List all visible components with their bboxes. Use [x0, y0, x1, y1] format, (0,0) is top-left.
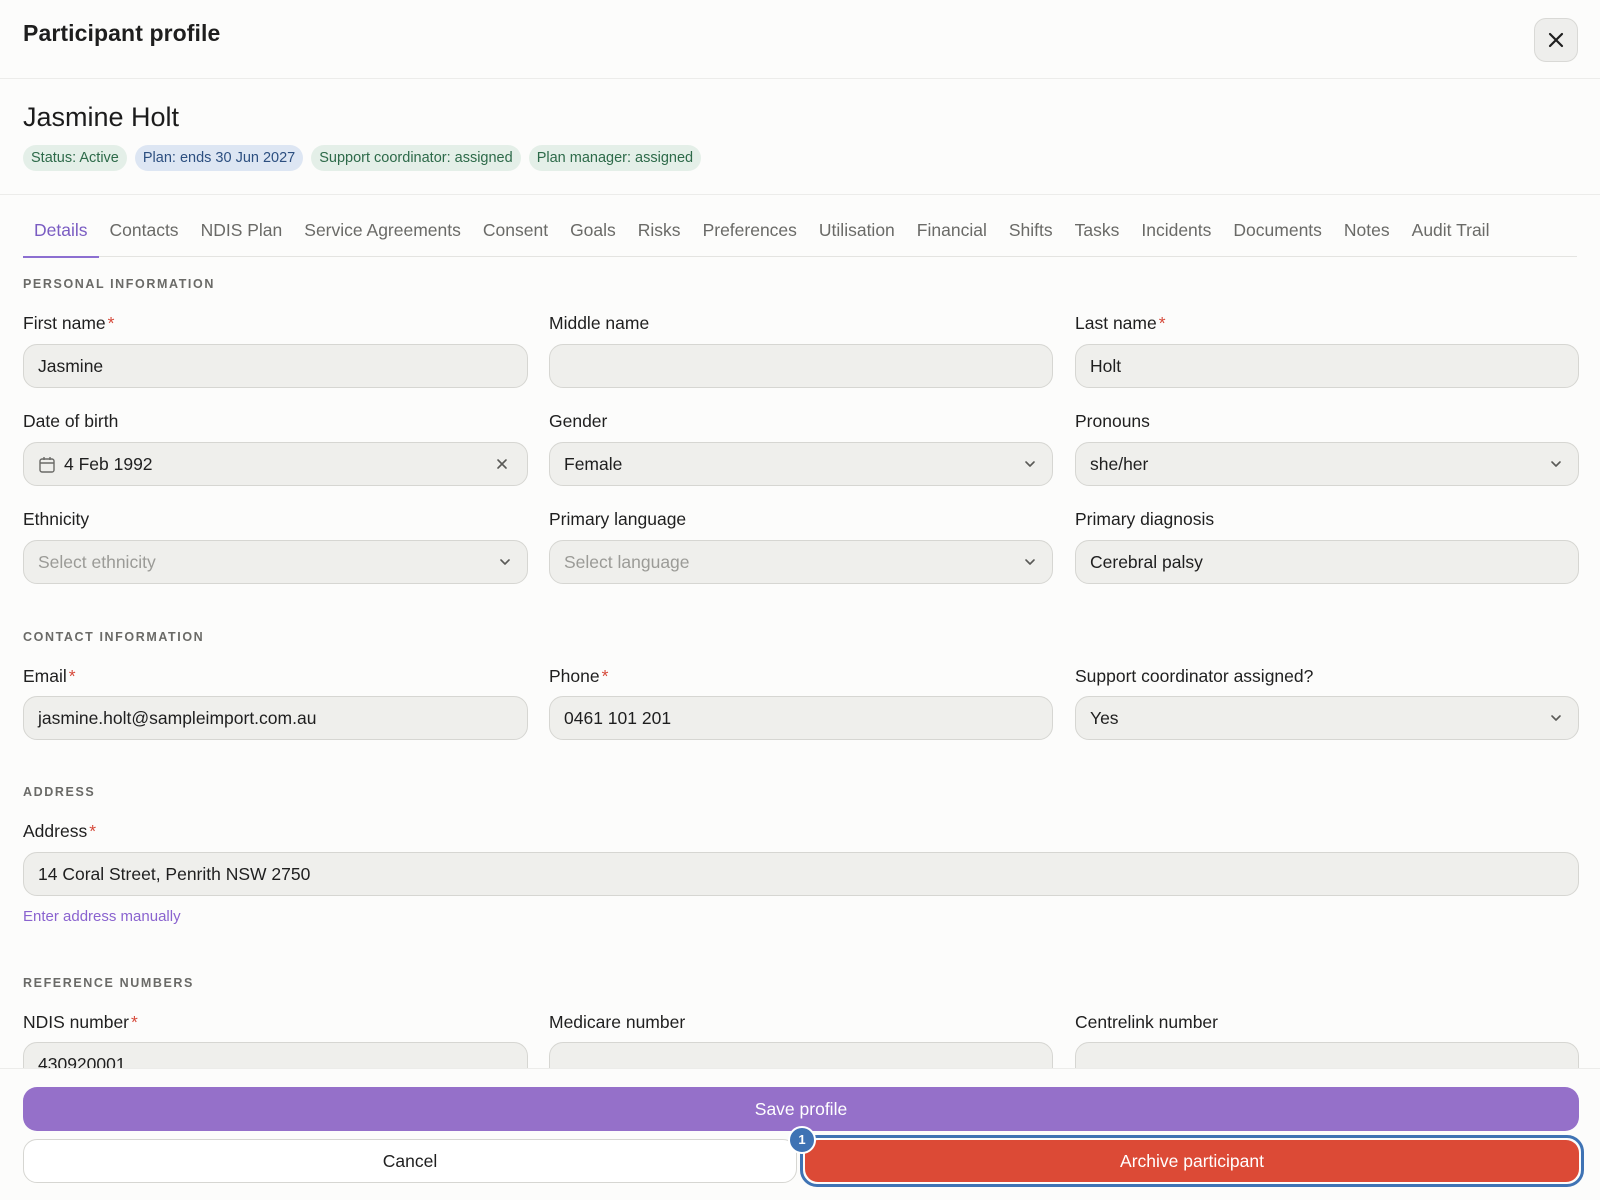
save-profile-button[interactable]: Save profile	[23, 1087, 1579, 1131]
primary-diagnosis-label: Primary diagnosis	[1075, 509, 1215, 529]
participant-summary: Jasmine Holt Status: Active Plan: ends 3…	[0, 79, 1600, 195]
plan-badge: Plan: ends 30 Jun 2027	[134, 145, 304, 171]
section-contact-information: CONTACT INFORMATION	[23, 630, 205, 644]
ethnicity-select[interactable]: Select ethnicity	[23, 540, 528, 584]
dialog-header: Participant profile	[0, 0, 1600, 79]
last-name-label: Last name *	[1075, 313, 1166, 334]
last-name-label-text: Last name	[1075, 313, 1157, 333]
chevron-down-icon	[1551, 715, 1561, 721]
required-marker: *	[1158, 313, 1166, 333]
dob-date-picker[interactable]: 4 Feb 1992	[23, 442, 528, 486]
gender-value: Female	[564, 454, 623, 474]
tab-utilisation[interactable]: Utilisation	[808, 212, 906, 257]
ndis-number-label-text: NDIS number	[23, 1012, 130, 1032]
last-name-input[interactable]: Holt	[1075, 344, 1579, 388]
plan-manager-badge: Plan manager: assigned	[528, 145, 702, 171]
medicare-number-label: Medicare number	[549, 1012, 686, 1032]
close-button[interactable]	[1534, 18, 1578, 62]
ndis-number-label: NDIS number *	[23, 1012, 138, 1033]
tab-financial[interactable]: Financial	[906, 212, 998, 257]
tab-notes[interactable]: Notes	[1333, 212, 1401, 257]
email-field[interactable]: jasmine.holt@sampleimport.com.au	[23, 696, 528, 740]
support-coordinator-select[interactable]: Yes	[1075, 696, 1579, 740]
required-marker: *	[601, 666, 609, 686]
phone-field[interactable]: 0461 101 201	[549, 696, 1053, 740]
dob-value: 4 Feb 1992	[64, 454, 153, 474]
calendar-icon	[39, 457, 55, 473]
phone-label-text: Phone	[549, 666, 600, 686]
chevron-down-icon	[1025, 559, 1035, 565]
participant-name: Jasmine Holt	[23, 102, 180, 132]
status-badge: Status: Active	[23, 145, 127, 171]
dialog-title: Participant profile	[23, 20, 221, 46]
tab-bar: Details Contacts NDIS Plan Service Agree…	[23, 212, 1577, 258]
section-personal-information: PERSONAL INFORMATION	[23, 277, 215, 291]
tab-audit-trail[interactable]: Audit Trail	[1401, 212, 1501, 257]
tab-ndis-plan[interactable]: NDIS Plan	[190, 212, 294, 257]
tab-risks[interactable]: Risks	[627, 212, 692, 257]
chevron-down-icon	[500, 559, 510, 565]
required-marker: *	[89, 821, 97, 841]
first-name-input[interactable]: Jasmine	[23, 344, 528, 388]
address-label-text: Address	[23, 821, 88, 841]
tab-service-agreements[interactable]: Service Agreements	[293, 212, 472, 257]
email-label-text: Email	[23, 666, 67, 686]
middle-name-input[interactable]	[549, 344, 1053, 388]
first-name-label: First name *	[23, 313, 114, 334]
section-address: ADDRESS	[23, 785, 96, 799]
ethnicity-placeholder: Select ethnicity	[38, 552, 156, 572]
required-marker: *	[131, 1012, 138, 1032]
cancel-button[interactable]: Cancel	[23, 1139, 797, 1183]
email-label: Email *	[23, 666, 76, 687]
primary-language-select[interactable]: Select language	[549, 540, 1053, 584]
status-badges: Status: Active Plan: ends 30 Jun 2027 Su…	[23, 145, 702, 171]
required-marker: *	[68, 666, 76, 686]
support-coordinator-value: Yes	[1090, 708, 1119, 728]
address-label: Address *	[23, 821, 96, 842]
primary-diagnosis-input[interactable]: Cerebral palsy	[1075, 540, 1579, 584]
tab-documents[interactable]: Documents	[1222, 212, 1333, 257]
middle-name-label: Middle name	[549, 313, 650, 333]
pronouns-value: she/her	[1090, 454, 1149, 474]
address-input[interactable]: 14 Coral Street, Penrith NSW 2750	[23, 852, 1579, 896]
dob-label: Date of birth	[23, 411, 119, 431]
required-marker: *	[107, 313, 115, 333]
tab-contacts[interactable]: Contacts	[99, 212, 190, 257]
gender-label: Gender	[549, 411, 608, 431]
pronouns-select[interactable]: she/her	[1075, 442, 1579, 486]
first-name-label-text: First name	[23, 313, 106, 333]
clear-icon[interactable]	[495, 457, 509, 471]
tab-goals[interactable]: Goals	[559, 212, 627, 257]
pronouns-label: Pronouns	[1075, 411, 1150, 431]
chevron-down-icon	[1025, 461, 1035, 467]
gender-select[interactable]: Female	[549, 442, 1053, 486]
tab-details[interactable]: Details	[23, 212, 99, 258]
chevron-down-icon	[1551, 461, 1561, 467]
section-reference-numbers: REFERENCE NUMBERS	[23, 976, 194, 990]
tab-incidents[interactable]: Incidents	[1130, 212, 1222, 257]
phone-label: Phone *	[549, 666, 608, 687]
tab-preferences[interactable]: Preferences	[692, 212, 808, 257]
close-icon	[1548, 32, 1564, 48]
step-marker-badge: 1	[788, 1126, 816, 1154]
ethnicity-label: Ethnicity	[23, 509, 90, 529]
tab-shifts[interactable]: Shifts	[998, 212, 1064, 257]
support-coordinator-badge: Support coordinator: assigned	[311, 145, 521, 171]
support-coordinator-label: Support coordinator assigned?	[1075, 666, 1314, 686]
enter-address-manually-link[interactable]: Enter address manually	[23, 908, 181, 925]
primary-language-placeholder: Select language	[564, 552, 690, 572]
centrelink-number-label: Centrelink number	[1075, 1012, 1218, 1032]
dialog-footer: Save profile Cancel Archive participant …	[0, 1068, 1600, 1200]
tab-consent[interactable]: Consent	[472, 212, 559, 257]
primary-language-label: Primary language	[549, 509, 687, 529]
archive-participant-button[interactable]: Archive participant	[805, 1140, 1579, 1182]
tab-tasks[interactable]: Tasks	[1064, 212, 1131, 257]
